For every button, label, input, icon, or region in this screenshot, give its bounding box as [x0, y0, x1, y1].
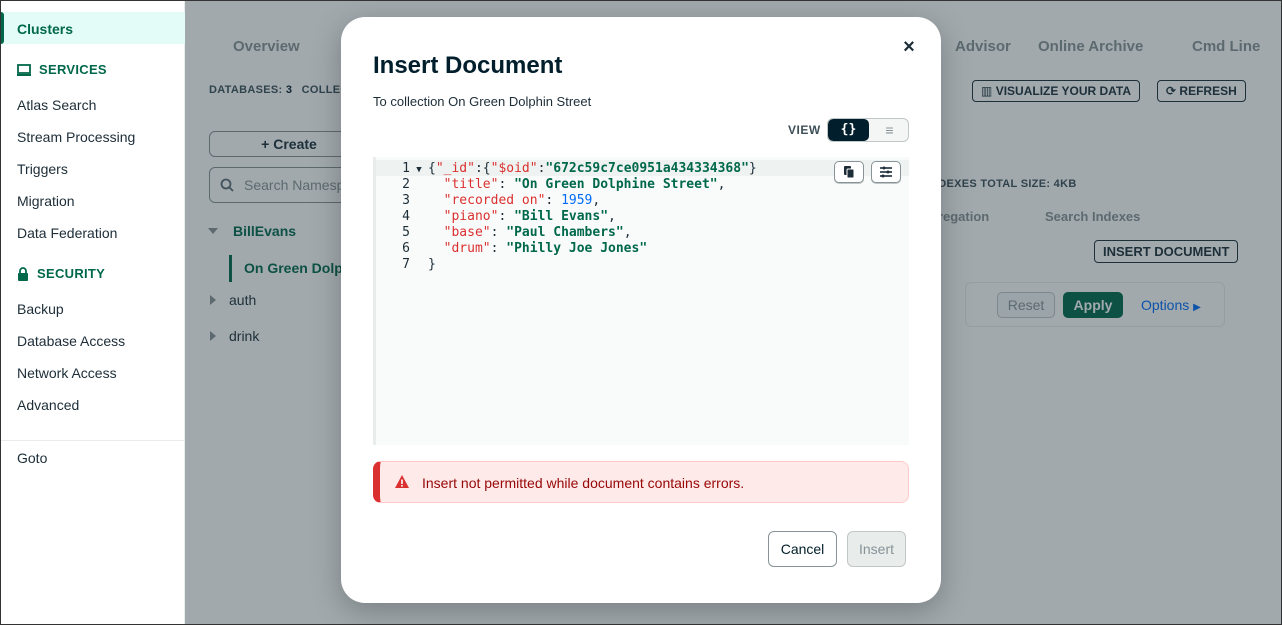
sidebar-divider	[0, 440, 185, 441]
sidebar-item-migration[interactable]: Migration	[17, 193, 75, 209]
sidebar-active-indicator	[0, 12, 4, 44]
code-key: "$oid"	[490, 161, 538, 176]
error-message: Insert not permitted while document cont…	[422, 475, 745, 491]
copy-button[interactable]	[834, 161, 864, 183]
security-section-header: SECURITY	[17, 266, 105, 281]
format-button[interactable]	[871, 161, 901, 183]
modal-title: Insert Document	[373, 52, 563, 79]
insert-button[interactable]: Insert	[847, 531, 906, 567]
code-line: 3 "recorded on": 1959,	[376, 193, 600, 209]
error-banner: Insert not permitted while document cont…	[373, 461, 909, 503]
services-icon	[17, 63, 31, 76]
code-key: "title"	[443, 177, 499, 192]
code-key: "_id"	[435, 161, 475, 176]
sidebar-item-database-access[interactable]: Database Access	[17, 333, 125, 349]
line-number: 4	[402, 209, 410, 224]
list-view-button[interactable]: ≡	[869, 119, 908, 141]
view-label: VIEW	[788, 123, 821, 137]
sidebar-item-stream-processing[interactable]: Stream Processing	[17, 129, 135, 145]
lock-icon	[18, 266, 28, 281]
sidebar: Clusters SERVICES Atlas Search Stream Pr…	[0, 0, 185, 625]
sidebar-item-triggers[interactable]: Triggers	[17, 161, 68, 177]
code-value: "On Green Dolphine Street"	[514, 177, 718, 192]
json-editor[interactable]: 1 ▼ {"_id":{"$oid":"672c59c7ce0951a4343343…	[373, 157, 909, 445]
code-line: 2 "title": "On Green Dolphine Street",	[376, 177, 725, 193]
code-value: "Bill Evans"	[514, 209, 609, 224]
line-number: 1	[402, 161, 410, 176]
code-line: 6 "drum": "Philly Joe Jones"	[376, 241, 647, 257]
code-line: 5 "base": "Paul Chambers",	[376, 225, 631, 241]
modal-subtitle: To collection On Green Dolphin Street	[373, 94, 592, 109]
sidebar-item-clusters[interactable]: Clusters	[17, 21, 73, 37]
line-number: 7	[402, 257, 410, 272]
sidebar-item-backup[interactable]: Backup	[17, 301, 64, 317]
close-icon[interactable]: ×	[901, 37, 917, 57]
json-view-button[interactable]: {}	[828, 119, 869, 141]
view-toggle: {} ≡	[827, 118, 909, 142]
code-key: "piano"	[443, 209, 499, 224]
sidebar-item-network-access[interactable]: Network Access	[17, 365, 117, 381]
services-section-header: SERVICES	[17, 62, 107, 77]
sidebar-item-atlas-search[interactable]: Atlas Search	[17, 97, 96, 113]
code-value: "Philly Joe Jones"	[506, 241, 648, 256]
cancel-button[interactable]: Cancel	[768, 531, 837, 567]
line-number: 6	[402, 241, 410, 256]
code-line: 1 ▼ {"_id":{"$oid":"672c59c7ce0951a4343343…	[376, 161, 757, 177]
copy-icon	[844, 166, 855, 179]
fold-arrow-icon[interactable]: ▼	[410, 162, 428, 178]
code-key: "drum"	[443, 241, 491, 256]
insert-document-modal: × Insert Document To collection On Green…	[341, 17, 941, 603]
code-key: "recorded on"	[443, 193, 546, 208]
code-line: 4 "piano": "Bill Evans",	[376, 209, 616, 225]
code-key: "base"	[443, 225, 491, 240]
code-value: 1959	[561, 193, 593, 208]
sidebar-item-goto[interactable]: Goto	[17, 450, 47, 466]
services-label: SERVICES	[39, 62, 107, 77]
code-value: "Paul Chambers"	[506, 225, 624, 240]
security-label: SECURITY	[37, 266, 106, 281]
format-icon	[880, 166, 892, 178]
sidebar-item-advanced[interactable]: Advanced	[17, 397, 79, 413]
warning-icon	[395, 475, 409, 488]
line-number: 5	[402, 225, 410, 240]
sidebar-item-data-federation[interactable]: Data Federation	[17, 225, 117, 241]
line-number: 2	[402, 177, 410, 192]
line-number: 3	[402, 193, 410, 208]
code-value: "672c59c7ce0951a434334368"	[545, 161, 749, 176]
code-line: 7}	[376, 257, 436, 273]
